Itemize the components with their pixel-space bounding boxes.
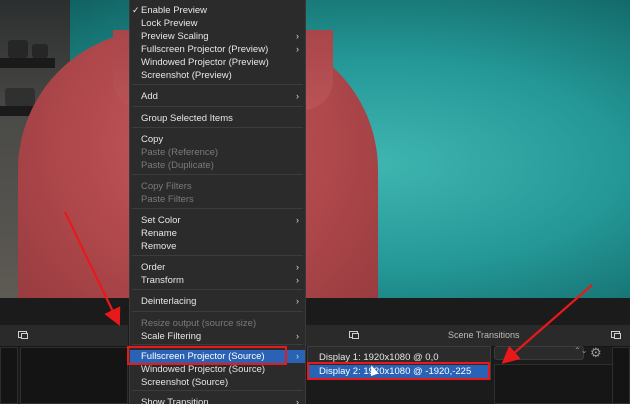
menu-item-deinterlacing[interactable]: Deinterlacing ›	[130, 295, 305, 308]
menu-item-set-color[interactable]: Set Color ›	[130, 214, 305, 227]
menu-item-screenshot-preview[interactable]: Screenshot (Preview)	[130, 69, 305, 82]
sources-panel[interactable]	[20, 347, 128, 404]
menu-item-transform[interactable]: Transform ›	[130, 274, 305, 287]
gear-icon[interactable]: ⚙	[590, 345, 602, 361]
menu-item-order[interactable]: Order ›	[130, 261, 305, 274]
menu-item-label: Scale Filtering	[141, 331, 202, 342]
menu-separator	[132, 289, 303, 290]
menu-item-label: Set Color	[141, 215, 181, 226]
menu-item-remove[interactable]: Remove	[130, 240, 305, 253]
menu-item-label: Windowed Projector (Preview)	[141, 57, 269, 68]
annotation-box-source-projector	[127, 346, 287, 365]
menu-item-label: Lock Preview	[141, 18, 198, 29]
undock-icon[interactable]	[611, 331, 621, 339]
menu-item-label: Show Transition	[141, 397, 209, 404]
check-icon: ✓	[132, 5, 140, 15]
chevron-right-icon: ›	[296, 215, 299, 225]
menu-separator	[132, 106, 303, 107]
combo-arrows-icon[interactable]: ⌃⌄	[574, 347, 587, 355]
chevron-right-icon: ›	[296, 351, 299, 361]
menu-item-copy[interactable]: Copy	[130, 133, 305, 146]
undock-icon[interactable]	[18, 331, 28, 339]
undock-icon[interactable]	[349, 331, 359, 339]
menu-item-label: Deinterlacing	[141, 296, 197, 307]
chevron-right-icon: ›	[296, 331, 299, 341]
menu-item-paste-filters: Paste Filters	[130, 193, 305, 206]
menu-item-label: Windowed Projector (Source)	[141, 364, 266, 375]
menu-item-label: Paste (Reference)	[141, 147, 219, 158]
menu-item-label: Fullscreen Projector (Preview)	[141, 44, 269, 55]
chevron-right-icon: ›	[296, 91, 299, 101]
menu-item-label: Copy Filters	[141, 181, 192, 192]
controls-panel	[612, 347, 630, 404]
menu-item-label: Paste Filters	[141, 194, 194, 205]
menu-item-lock-preview[interactable]: Lock Preview	[130, 17, 305, 30]
menu-item-label: Transform	[141, 275, 184, 286]
scene-transitions-title: Scene Transitions	[448, 330, 520, 340]
menu-separator	[132, 208, 303, 209]
menu-item-resize-output-source-size: Resize output (source size)	[130, 317, 305, 330]
menu-separator	[132, 127, 303, 128]
menu-item-screenshot-source[interactable]: Screenshot (Source)	[130, 376, 305, 389]
chevron-right-icon: ›	[296, 275, 299, 285]
chevron-right-icon: ›	[296, 262, 299, 272]
menu-separator	[132, 344, 303, 345]
menu-item-add[interactable]: Add ›	[130, 90, 305, 103]
menu-item-paste-duplicate: Paste (Duplicate)	[130, 159, 305, 172]
transition-select[interactable]	[494, 346, 584, 360]
menu-item-enable-preview[interactable]: ✓ Enable Preview	[130, 4, 305, 17]
menu-item-copy-filters: Copy Filters	[130, 180, 305, 193]
menu-item-label: Copy	[141, 134, 164, 145]
menu-item-label: Rename	[141, 228, 177, 239]
menu-item-label: Add	[141, 91, 158, 102]
menu-separator	[132, 174, 303, 175]
menu-item-group-selected-items[interactable]: Group Selected Items	[130, 112, 305, 125]
menu-item-label: Group Selected Items	[141, 113, 233, 124]
menu-separator	[132, 84, 303, 85]
menu-item-label: Screenshot (Source)	[141, 377, 229, 388]
menu-item-preview-scaling[interactable]: Preview Scaling ›	[130, 30, 305, 43]
menu-separator	[132, 311, 303, 312]
menu-item-paste-reference: Paste (Reference)	[130, 146, 305, 159]
menu-item-windowed-projector-preview[interactable]: Windowed Projector (Preview)	[130, 56, 305, 69]
menu-item-rename[interactable]: Rename	[130, 227, 305, 240]
context-menu: ✓ Enable Preview Lock Preview Preview Scali…	[129, 0, 306, 404]
chevron-right-icon: ›	[296, 31, 299, 41]
menu-item-show-transition[interactable]: Show Transition ›	[130, 396, 305, 404]
menu-item-label: Preview Scaling	[141, 31, 209, 42]
chevron-right-icon: ›	[296, 397, 299, 404]
chevron-right-icon: ›	[296, 44, 299, 54]
menu-separator	[132, 390, 303, 391]
menu-item-label: Remove	[141, 241, 177, 252]
mixer-panel	[494, 364, 630, 404]
menu-item-label: Paste (Duplicate)	[141, 160, 214, 171]
menu-item-label: Screenshot (Preview)	[141, 70, 232, 81]
annotation-box-display-2	[307, 362, 490, 380]
menu-item-label: Resize output (source size)	[141, 318, 257, 329]
menu-item-scale-filtering[interactable]: Scale Filtering ›	[130, 330, 305, 343]
menu-item-fullscreen-projector-preview[interactable]: Fullscreen Projector (Preview) ›	[130, 43, 305, 56]
preview-canvas[interactable]	[0, 0, 630, 298]
chevron-right-icon: ›	[296, 296, 299, 306]
menu-item-label: Enable Preview	[141, 5, 208, 16]
menu-item-label: Order	[141, 262, 166, 273]
menu-separator	[132, 255, 303, 256]
scenes-panel[interactable]	[0, 347, 18, 404]
